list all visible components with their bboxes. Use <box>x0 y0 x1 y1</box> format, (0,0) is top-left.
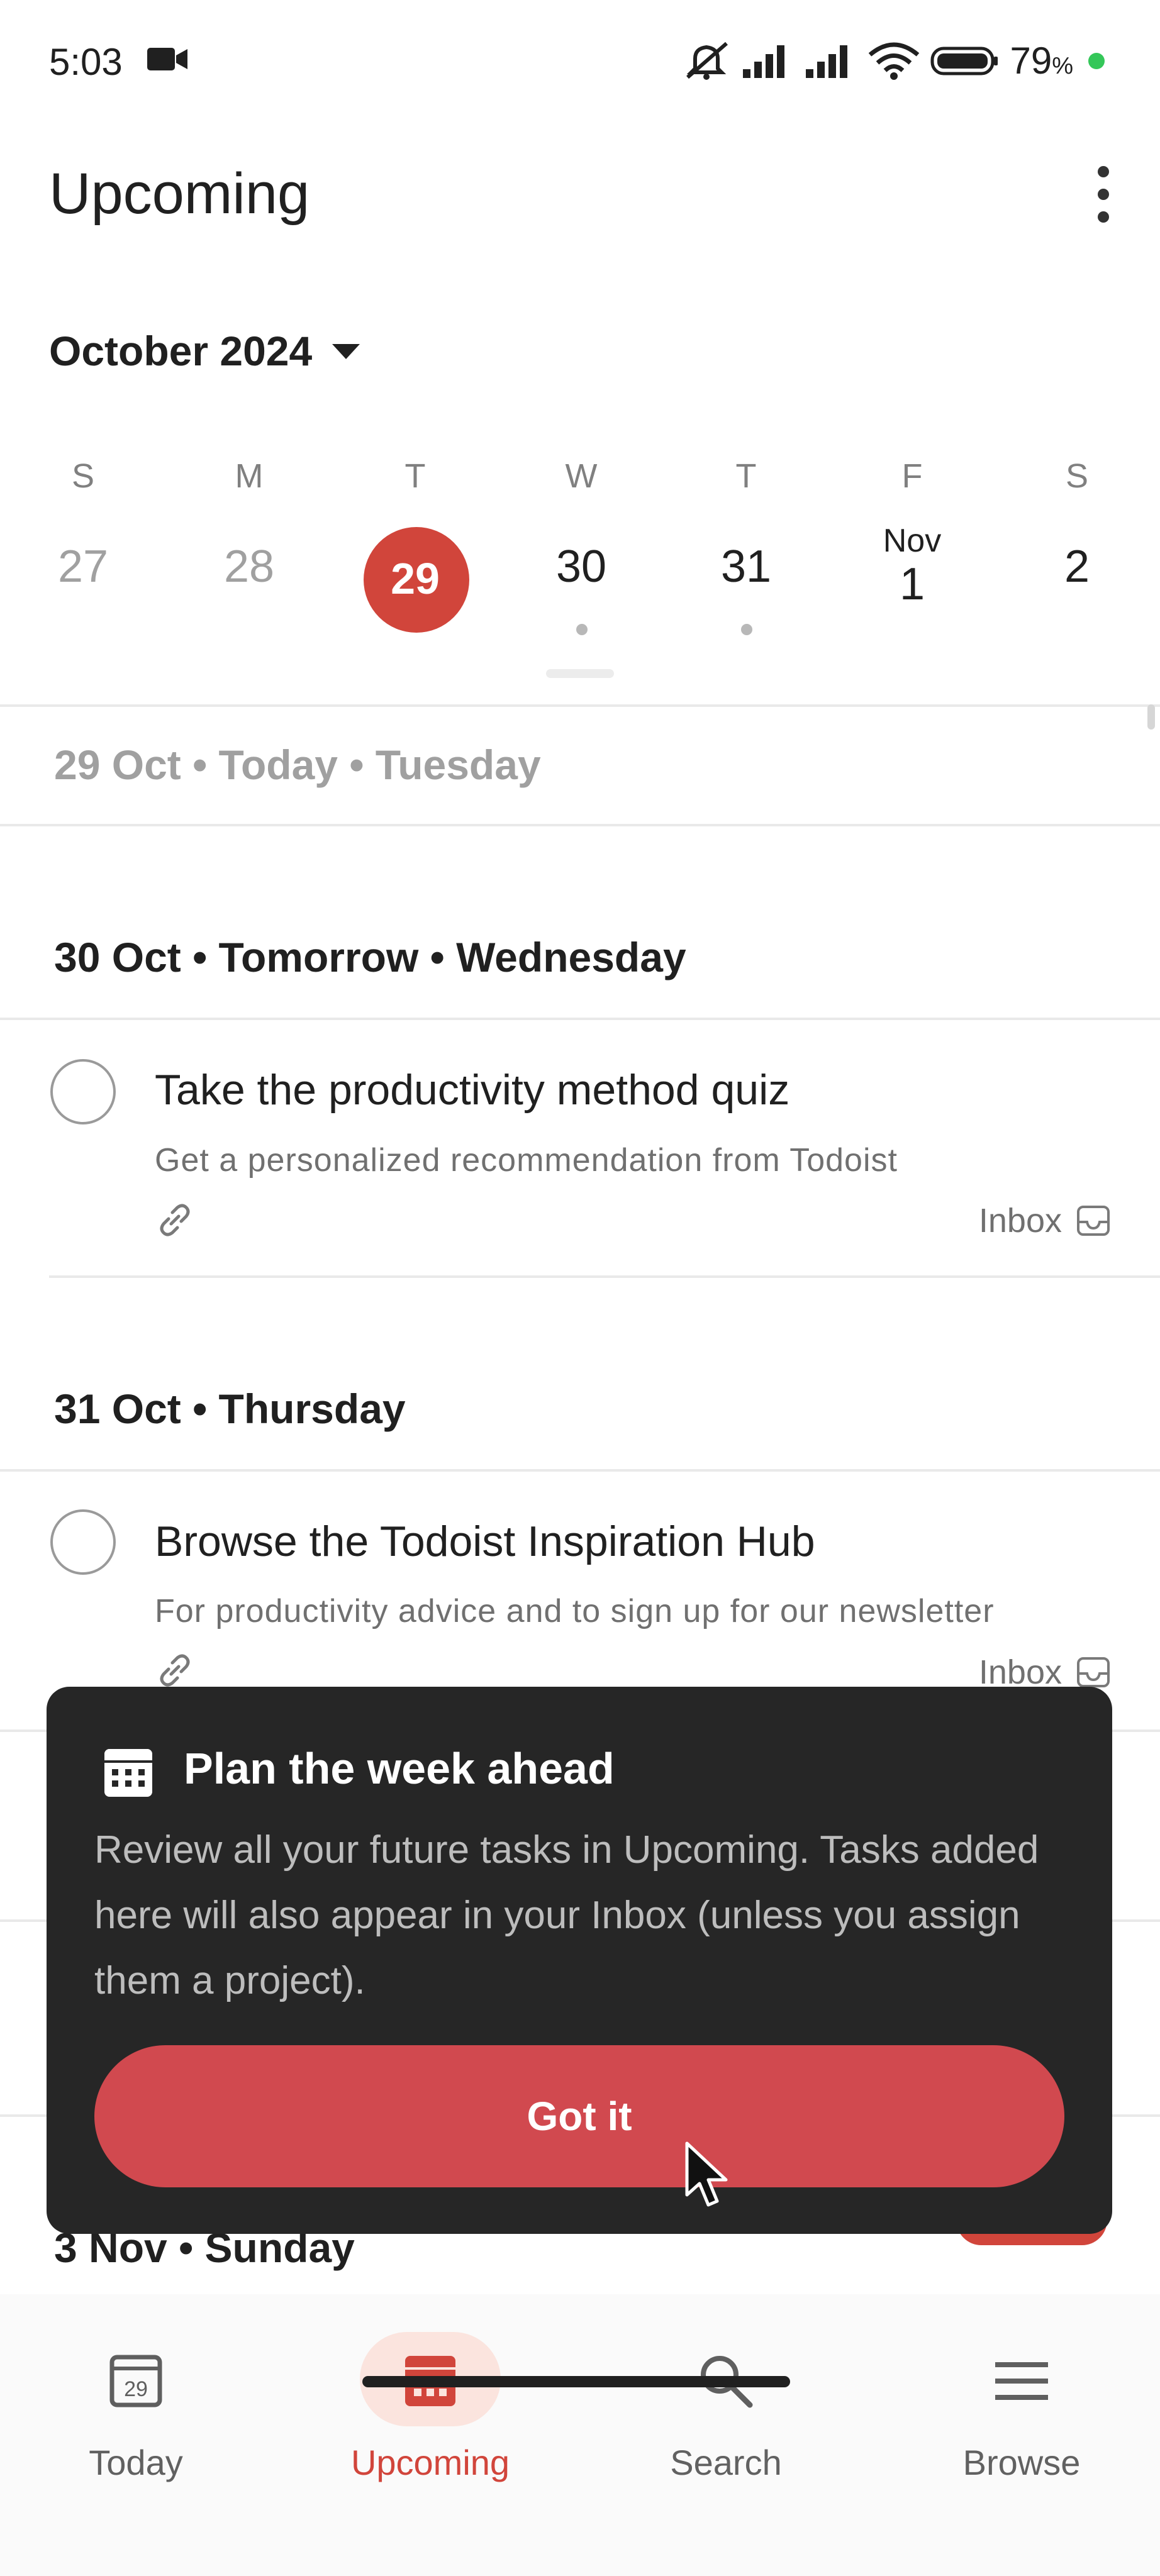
calendar-icon <box>104 1749 152 1797</box>
status-time: 5:03 <box>49 41 123 83</box>
task-project[interactable]: Inbox <box>979 1201 1111 1240</box>
got-it-button[interactable]: Got it <box>94 2045 1064 2187</box>
inbox-icon <box>1077 1206 1110 1236</box>
calendar-today-icon-number: 29 <box>124 2377 148 2401</box>
section-header-tomorrow: 30 Oct • Tomorrow • Wednesday <box>54 934 686 980</box>
nav-today[interactable]: 29 Today <box>10 2332 262 2496</box>
section-header-thursday: 31 Oct • Thursday <box>54 1385 406 1432</box>
task-complete-checkbox[interactable] <box>50 1509 116 1575</box>
divider <box>0 824 1160 826</box>
bottom-navigation: 29 Today Upcoming Search Browse <box>0 2294 1160 2576</box>
task-description: For productivity advice and to sign up f… <box>155 1593 995 1629</box>
day-letter: W <box>565 457 598 495</box>
day-letter: S <box>1065 457 1089 495</box>
task-project[interactable]: Inbox <box>979 1653 1111 1692</box>
hamburger-icon <box>995 2362 1048 2400</box>
divider <box>0 1018 1160 1020</box>
section-header-today: 29 Oct • Today • Tuesday <box>54 741 541 788</box>
calendar-today-icon: 29 <box>109 2355 162 2407</box>
tooltip-body: Review all your future tasks in Upcoming… <box>94 1828 1039 2002</box>
mouse-cursor-icon <box>685 2141 728 2207</box>
link-icon <box>160 1204 190 1236</box>
day-letter: F <box>901 457 923 495</box>
caret-down-icon <box>332 344 360 359</box>
day-number: 27 <box>57 541 109 592</box>
battery-icon <box>930 47 998 75</box>
onboarding-tooltip: Plan the week ahead Review all your futu… <box>47 1687 1112 2234</box>
project-label: Inbox <box>978 1653 1062 1691</box>
status-icons: 79% <box>683 39 1105 82</box>
task-complete-checkbox[interactable] <box>50 1059 116 1124</box>
month-label: October 2024 <box>49 328 313 374</box>
day-number: 29 <box>391 554 440 603</box>
divider <box>0 704 1160 707</box>
nav-search[interactable]: Search <box>600 2332 852 2496</box>
task-title[interactable]: Browse the Todoist Inspiration Hub <box>155 1517 815 1566</box>
page-title: Upcoming <box>49 162 310 226</box>
day-letter: S <box>71 457 95 495</box>
day-number: 31 <box>720 541 772 592</box>
signal-icon <box>743 45 785 78</box>
day-number: 30 <box>555 541 607 592</box>
status-bar: 5:03 79% <box>0 0 1160 126</box>
link-icon <box>160 1654 190 1687</box>
video-camera-icon <box>147 48 187 70</box>
scrollbar[interactable] <box>1147 704 1155 730</box>
day-number: 1 <box>899 559 925 609</box>
project-label: Inbox <box>978 1202 1062 1240</box>
battery-percentage: 79% <box>1010 40 1073 82</box>
home-indicator[interactable] <box>362 2376 790 2387</box>
day-number: 2 <box>1064 541 1090 592</box>
mute-icon <box>686 42 728 80</box>
day-letter: T <box>404 457 426 495</box>
nav-label: Browse <box>962 2443 1081 2482</box>
day-number: 28 <box>223 541 275 592</box>
week-strip: S 27 M 28 T 29 W 30 T 31 F Nov 1 S 2 <box>0 440 1160 692</box>
inbox-icon <box>1077 1657 1110 1687</box>
nav-label: Upcoming <box>350 2443 510 2482</box>
divider <box>0 1469 1160 1472</box>
nav-upcoming[interactable]: Upcoming <box>304 2332 556 2496</box>
privacy-dot <box>1088 52 1105 69</box>
wifi-icon <box>869 42 920 80</box>
month-selector[interactable]: October 2024 <box>49 327 361 375</box>
nav-browse[interactable]: Browse <box>896 2332 1147 2496</box>
day-month-label: Nov <box>883 523 942 559</box>
week-drag-handle[interactable] <box>546 669 614 678</box>
task-description: Get a personalized recommendation from T… <box>155 1142 898 1179</box>
task-indicator-dot <box>576 624 588 635</box>
tooltip-title: Plan the week ahead <box>184 1744 615 1793</box>
signal-icon <box>806 45 848 78</box>
task-indicator-dot <box>741 624 752 635</box>
app-screen: 5:03 79% Upcoming October 2024 S 27 M 28… <box>0 0 1160 2576</box>
more-options-icon[interactable] <box>1085 166 1122 223</box>
task-title[interactable]: Take the productivity method quiz <box>155 1065 789 1114</box>
divider <box>49 1275 1160 1278</box>
nav-label: Today <box>89 2443 183 2482</box>
day-letter: M <box>235 457 264 495</box>
nav-label: Search <box>670 2443 782 2482</box>
day-letter: T <box>735 457 757 495</box>
